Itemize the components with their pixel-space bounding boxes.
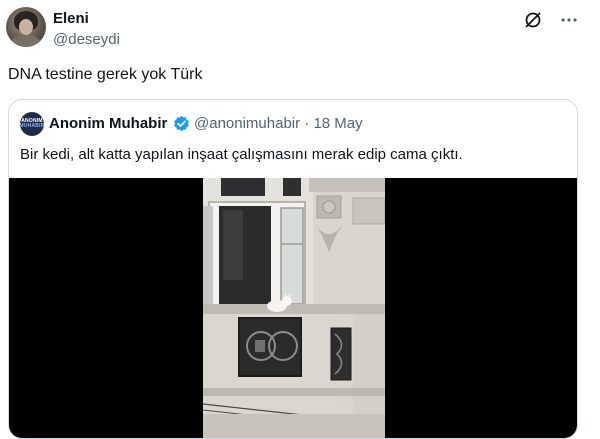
- quoted-handle-date[interactable]: @anonimuhabir · 18 May: [194, 115, 363, 132]
- video-frame: [203, 178, 385, 438]
- quoted-author-name[interactable]: Anonim Muhabir: [49, 115, 167, 132]
- post-actions: [522, 10, 580, 30]
- verified-badge-icon: [174, 115, 189, 132]
- author-name[interactable]: Eleni: [53, 10, 89, 27]
- media-video[interactable]: [9, 178, 577, 438]
- grok-icon[interactable]: [522, 10, 544, 30]
- quoted-post[interactable]: ANONIM MUHABIR Anonim Muhabir @anonimuha…: [8, 99, 578, 439]
- author-handle[interactable]: @deseydi: [53, 31, 120, 48]
- quoted-text: Bir kedi, alt katta yapılan inşaat çalış…: [20, 146, 463, 163]
- more-icon[interactable]: [558, 10, 580, 30]
- quoted-avatar-text-bottom: MUHABIR: [19, 123, 45, 129]
- avatar[interactable]: [6, 7, 46, 47]
- post-text: DNA testine gerek yok Türk: [8, 66, 203, 83]
- quoted-avatar[interactable]: ANONIM MUHABIR: [20, 112, 44, 136]
